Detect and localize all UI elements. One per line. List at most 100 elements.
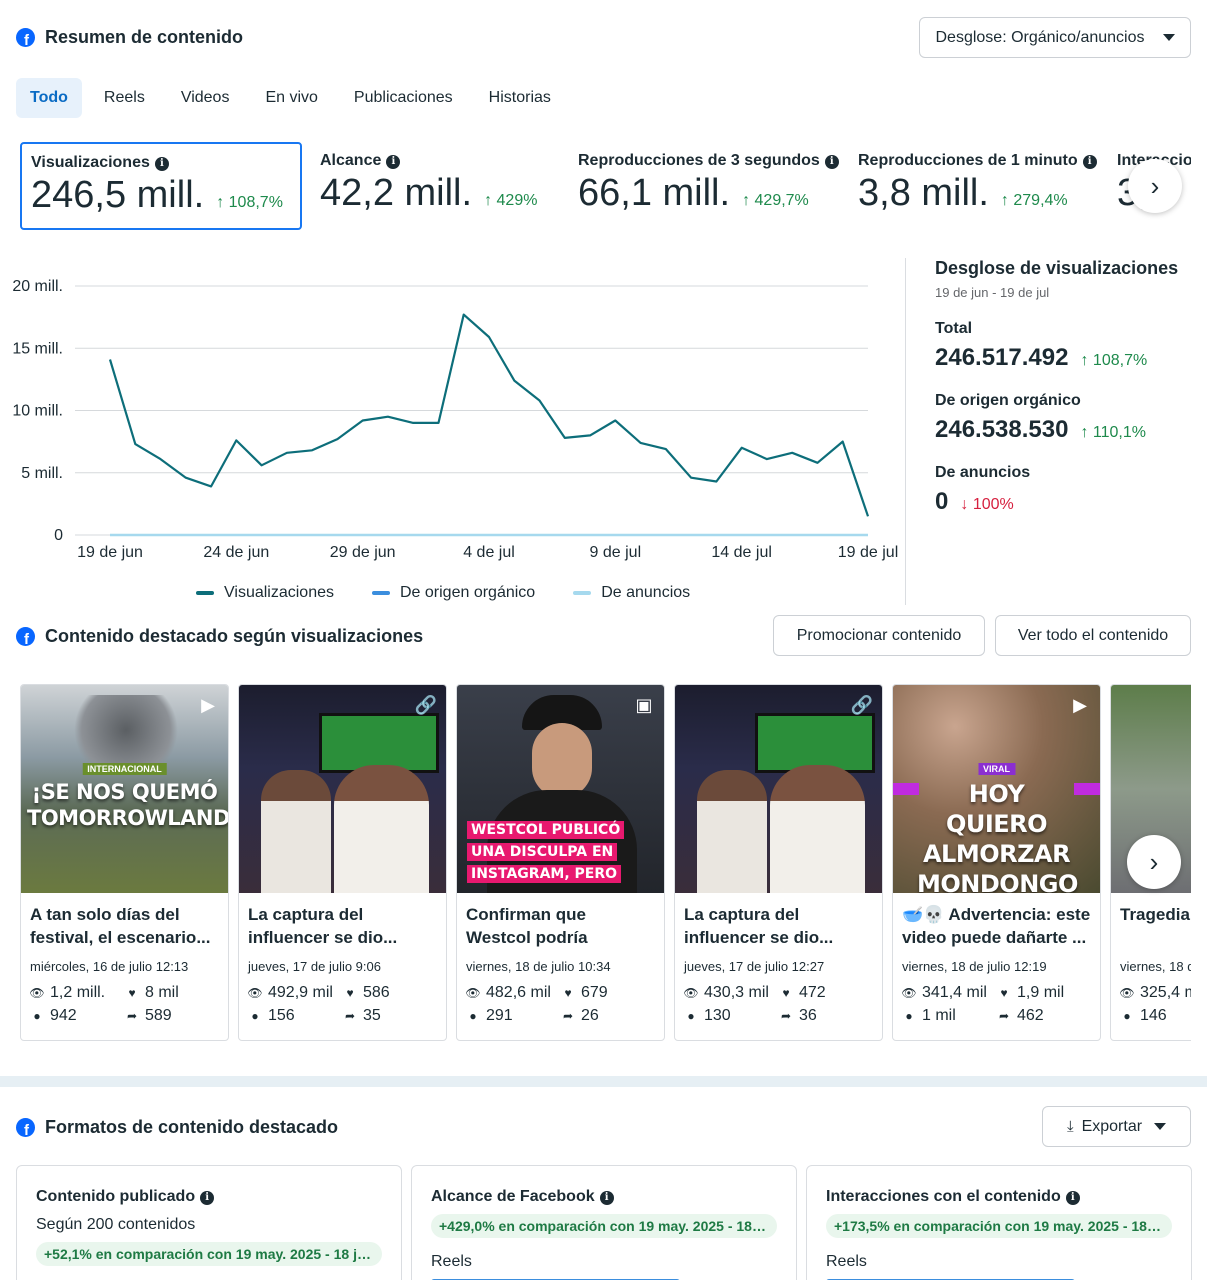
comment-icon: ●: [687, 1009, 695, 1023]
heart-icon: ♥: [782, 986, 790, 1000]
info-icon[interactable]: i: [1082, 154, 1097, 169]
eye-icon: 👁: [1119, 986, 1135, 1000]
breakdown-organic-label: De origen orgánico: [935, 392, 1081, 409]
featured-title: Contenido destacado según visualizacione…: [45, 626, 424, 646]
legend-swatch: [372, 591, 390, 595]
legend-item-views[interactable]: Visualizaciones: [196, 584, 334, 602]
arrow-up-icon: ↑: [1080, 352, 1089, 369]
tab-en-vivo[interactable]: En vivo: [251, 78, 331, 118]
caret-down-icon: [1154, 1123, 1167, 1130]
metric-card-views[interactable]: Visualizaciones i 246,5 mill. ↑ 108,7%: [20, 142, 302, 230]
legend-swatch: [573, 591, 592, 595]
smoke-shape: [61, 695, 191, 765]
promote-content-button[interactable]: Promocionar contenido: [773, 615, 985, 656]
info-icon[interactable]: i: [386, 154, 401, 169]
facebook-icon: f: [16, 28, 35, 47]
breakdown-total-label: Total: [935, 320, 973, 337]
info-icon[interactable]: i: [599, 1190, 614, 1205]
breakdown-total-change: ↑ 108,7%: [1080, 352, 1148, 369]
comment-icon: ●: [905, 1009, 913, 1023]
tab-publicaciones[interactable]: Publicaciones: [340, 78, 467, 118]
metric-card-reach[interactable]: Alcance i 42,2 mill. ↑ 429%: [311, 142, 561, 230]
reel-icon: ▶: [201, 694, 215, 715]
eye-icon: 👁: [465, 986, 481, 1000]
thumb-headline: ¡SE NOS QUEMÓ TOMORROWLAND!: [27, 780, 228, 830]
content-card[interactable]: ▶ INTERNACIONAL ¡SE NOS QUEMÓ TOMORROWLA…: [20, 684, 229, 1041]
cards-next-button[interactable]: ›: [1127, 835, 1181, 889]
breakdown-dropdown[interactable]: Desglose: Orgánico/anuncios: [919, 17, 1191, 58]
reactions-stat: ♥ 1,9 mil: [997, 984, 1097, 1002]
view-all-content-button[interactable]: Ver todo el contenido: [995, 615, 1191, 656]
chevron-right-icon: ›: [1149, 846, 1159, 877]
section-divider-band: [0, 1076, 1207, 1087]
content-card[interactable]: ▣ WESTCOL PUBLICÓ UNA DISCULPA EN INSTAG…: [456, 684, 665, 1041]
format-card-published: Contenido publicado i Según 200 contenido…: [16, 1165, 402, 1280]
comments-stat: ● 130: [684, 1007, 779, 1025]
format-card-reach: Alcance de Facebook i +429,0% en comparac…: [411, 1165, 797, 1280]
content-card[interactable]: 🔗 La captura del influencer se dio... ju…: [238, 684, 447, 1041]
views-breakdown-panel: Desglose de visualizaciones 19 de jun - …: [935, 258, 1195, 516]
shares-stat: ➦ 35: [344, 1007, 381, 1024]
thumb-tag: INTERNACIONAL: [82, 763, 167, 775]
views-stat: 👁 1,2 mill.: [29, 984, 106, 1001]
y-tick-label: 0: [54, 527, 63, 544]
arrow-up-icon: ↑: [484, 192, 493, 209]
chart-y-axis: 0 5 mill. 10 mill. 15 mill. 20 mill.: [12, 278, 63, 544]
comment-icon: ●: [1123, 1009, 1131, 1023]
comparison-pill: +52,1% en comparación con 19 may. 2025 -…: [36, 1242, 382, 1266]
chart-x-axis: 19 de jun 24 de jun 29 de jun 4 de jul 9 de …: [77, 544, 898, 561]
info-icon[interactable]: i: [200, 1190, 215, 1205]
thumb-headline: HOY QUIERO ALMORZAR MONDONGO: [917, 780, 1078, 893]
comments-stat: ● 156: [248, 1007, 343, 1025]
content-date: viernes, 18 de julio 10:34: [466, 959, 611, 974]
tab-videos[interactable]: Videos: [167, 78, 244, 118]
content-title: Tragedia motocicl: [1120, 905, 1191, 924]
metric-card-1m-plays[interactable]: Reproducciones de 1 minuto i 3,8 mill. ↑ …: [849, 142, 1109, 230]
legend-label: De anuncios: [601, 584, 691, 601]
content-thumbnail: ▶ INTERNACIONAL ¡SE NOS QUEMÓ TOMORROWLA…: [21, 685, 228, 893]
tv-screen-shape: [319, 713, 439, 773]
legend-item-organic[interactable]: De origen orgánico: [372, 584, 535, 602]
content-card[interactable]: ▶ VIRAL HOY QUIERO ALMORZAR MONDONGO 🥣💀 …: [892, 684, 1101, 1041]
views-stat: 👁 341,4 mil: [901, 984, 987, 1001]
arrow-down-icon: ↓: [960, 496, 969, 513]
share-icon: ➦: [780, 1009, 792, 1023]
breakdown-title: Desglose de visualizaciones: [935, 258, 1179, 278]
content-card[interactable]: 🔗 La captura del influencer se dio... ju…: [674, 684, 883, 1041]
reactions-stat: ♥ 8 mil: [125, 984, 225, 1002]
person-shape: [697, 770, 767, 893]
comments-stat: ● 146: [1120, 1007, 1191, 1025]
content-thumbnail: ▣ WESTCOL PUBLICÓ UNA DISCULPA EN INSTAG…: [457, 685, 664, 893]
info-icon[interactable]: i: [824, 154, 839, 169]
arrow-up-icon: ↑: [742, 192, 751, 209]
content-title: La captura del influencer se dio...: [248, 905, 398, 947]
metric-change: ↑ 429,7%: [742, 192, 809, 209]
legend-item-ads[interactable]: De anuncios: [573, 584, 690, 602]
metrics-next-button[interactable]: ›: [1128, 159, 1182, 213]
tab-historias[interactable]: Historias: [475, 78, 565, 118]
format-card-interactions: Interacciones con el contenido i +173,5% …: [806, 1165, 1192, 1280]
info-icon[interactable]: i: [1065, 1190, 1080, 1205]
format-card-title: Alcance de Facebook: [431, 1188, 595, 1205]
link-icon: 🔗: [850, 694, 874, 715]
breakdown-ads-value: 0: [935, 488, 949, 515]
photo-icon: ▣: [635, 694, 653, 715]
tab-reels[interactable]: Reels: [90, 78, 159, 118]
export-button[interactable]: ⤓ Exportar: [1042, 1106, 1191, 1147]
metric-value: 3,8 mill.: [858, 172, 989, 214]
x-tick-label: 19 de jun: [77, 544, 143, 561]
metric-card-3s-plays[interactable]: Reproducciones de 3 segundos i 66,1 mill.…: [569, 142, 844, 230]
metric-change: ↑ 279,4%: [1000, 192, 1068, 209]
legend-label: De origen orgánico: [400, 584, 536, 601]
thumb-headline: WESTCOL PUBLICÓ UNA DISCULPA EN INSTAGRA…: [467, 821, 625, 883]
format-card-title: Contenido publicado: [36, 1188, 196, 1205]
shares-stat: ➦ 36: [780, 1007, 817, 1024]
share-icon: ➦: [126, 1009, 138, 1023]
tab-todo[interactable]: Todo: [16, 78, 82, 118]
divider: [905, 258, 906, 605]
views-stat: 👁 482,6 mil: [465, 984, 551, 1001]
info-icon[interactable]: i: [154, 156, 169, 171]
heart-icon: ♥: [128, 986, 136, 1000]
comment-icon: ●: [33, 1009, 41, 1023]
content-type-tabs: Todo Reels Videos En vivo Publicaciones …: [16, 78, 565, 118]
